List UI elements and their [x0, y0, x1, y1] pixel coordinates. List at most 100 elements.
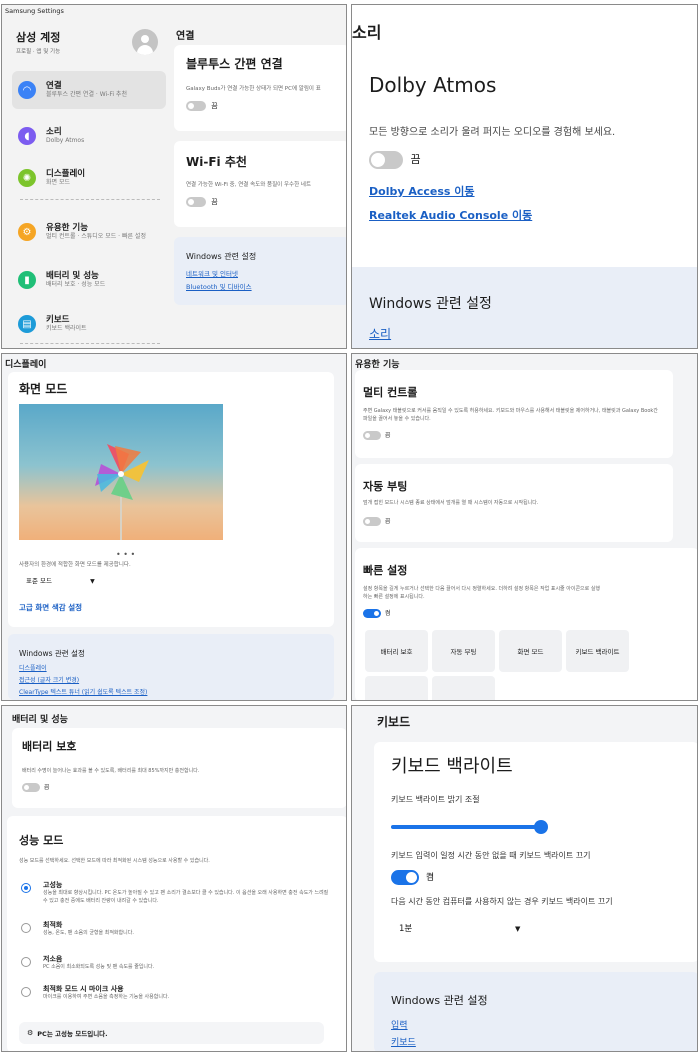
radio-button[interactable]: [21, 987, 31, 997]
screen-mode-select[interactable]: 표준 모드 ▼: [26, 575, 95, 585]
screen-mode-desc: 사용자의 환경에 적합한 화면 모드를 제공합니다.: [19, 562, 131, 568]
sidebar-item-label: 연결: [46, 81, 62, 91]
quick-tile[interactable]: [365, 676, 428, 700]
sidebar-item-label: 디스플레이: [46, 169, 86, 179]
windows-link-cleartype[interactable]: ClearType 텍스트 튜너 (읽기 쉽도록 텍스트 조정): [19, 687, 147, 696]
performance-desc: 성능 모드를 선택하세요. 선택한 모드에 따라 최적화된 시스템 성능으로 사…: [19, 858, 210, 864]
screen-mode-title: 화면 모드: [19, 382, 68, 396]
sidebar-item[interactable]: ◖ 소리 Dolby Atmos: [12, 117, 166, 155]
carousel-dots[interactable]: • • •: [116, 550, 135, 559]
radio-button[interactable]: [21, 923, 31, 933]
avatar[interactable]: [132, 29, 158, 55]
page-title: 소리: [352, 23, 382, 42]
sidebar-item[interactable]: ▤ 키보드 키보드 백라이트: [12, 305, 166, 343]
radio-button[interactable]: [21, 957, 31, 967]
windows-link-sound[interactable]: 소리: [369, 325, 391, 342]
battery-protect-toggle[interactable]: 끔: [22, 782, 49, 792]
windows-settings-title: Windows 관련 설정: [391, 994, 488, 1007]
windows-link-network[interactable]: 네트워크 및 인터넷: [186, 268, 238, 278]
windows-settings-box: Windows 관련 설정 입력 키보드: [374, 972, 697, 1051]
multi-control-card: 멀티 컨트롤 주변 Galaxy 태블릿으로 커서를 움직일 수 있도록 허용하…: [355, 370, 673, 458]
bluetooth-toggle[interactable]: 끔: [186, 101, 218, 111]
tile-label: 자동 부팅: [450, 648, 477, 656]
quick-tile[interactable]: [432, 676, 495, 700]
sidebar-item-sub: 배터리 보호 · 성능 모드: [46, 281, 106, 288]
panel-keyboard: 키보드 키보드 백라이트 키보드 백라이트 밝기 조절 키보드 입력이 일정 시…: [351, 705, 698, 1052]
windows-link-bluetooth[interactable]: Bluetooth 및 디바이스: [186, 281, 252, 291]
windows-link-display[interactable]: 디스플레이: [19, 663, 47, 672]
realtek-link[interactable]: Realtek Audio Console 이동: [369, 207, 532, 223]
info-icon: ⚙: [27, 1029, 34, 1037]
gear-icon: ⚙: [18, 223, 36, 241]
tile-label: 화면 모드: [517, 648, 544, 656]
quick-settings-title: 빠른 설정: [363, 564, 408, 577]
sidebar-item[interactable]: ▮ 배터리 및 성능 배터리 보호 · 성능 모드: [12, 261, 166, 299]
auto-off-label: 키보드 입력이 일정 시간 동안 없을 때 키보드 백라이트 끄기: [391, 851, 591, 860]
sidebar-item[interactable]: ◠ 연결 블루투스 간편 연결 · Wi-Fi 추천: [12, 71, 166, 109]
dolby-state: 끔: [410, 153, 421, 166]
account-row[interactable]: 삼성 계정 프로필 · 앱 및 기능: [16, 29, 162, 67]
page-title: 유용한 기능: [355, 360, 400, 370]
brightness-slider[interactable]: [391, 820, 548, 834]
dolby-card: Dolby Atmos 모든 방향으로 소리가 울려 퍼지는 오디오를 경험해 …: [352, 49, 697, 249]
sidebar-item[interactable]: ⚙ 유용한 기능 멀티 컨트롤 · 스튜디오 모드 · 빠른 설정: [12, 213, 166, 251]
wifi-state: 끔: [211, 198, 218, 206]
dolby-toggle[interactable]: 끔: [369, 151, 421, 169]
wifi-title: Wi-Fi 추천: [186, 155, 247, 169]
auto-off-toggle[interactable]: 켬: [391, 870, 434, 885]
bluetooth-state: 끔: [211, 102, 218, 110]
idle-label: 다음 시간 동안 컴퓨터를 사용하지 않는 경우 키보드 백라이트 끄기: [391, 897, 613, 906]
quick-settings-toggle[interactable]: 켬: [363, 608, 390, 618]
sound-icon: ◖: [18, 127, 36, 145]
advanced-color-link[interactable]: 고급 화면 색감 설정: [19, 602, 82, 613]
quick-tile[interactable]: 배터리 보호: [365, 630, 428, 672]
battery-icon: ▮: [18, 271, 36, 289]
windows-settings-title: Windows 관련 설정: [19, 649, 85, 658]
multi-control-title: 멀티 컨트롤: [363, 386, 418, 399]
sidebar-item-sub: 화면 모드: [46, 179, 70, 186]
sidebar: 삼성 계정 프로필 · 앱 및 기능 ◠ 연결 블루투스 간편 연결 · Wi-Fi…: [2, 19, 168, 348]
windows-link-input[interactable]: 입력: [391, 1018, 408, 1031]
idle-value: 1분: [399, 924, 413, 934]
quick-tile[interactable]: 키보드 백라이트: [566, 630, 629, 672]
keyboard-icon: ▤: [18, 315, 36, 333]
sidebar-item-label: 소리: [46, 127, 62, 137]
quick-settings-state: 켬: [384, 610, 391, 617]
radio-button[interactable]: [21, 883, 31, 893]
sidebar-item-label: 배터리 및 성능: [46, 271, 99, 281]
wifi-card: Wi-Fi 추천 연결 가능한 Wi-Fi 중, 연결 속도와 품질이 우수한 …: [174, 141, 346, 227]
performance-option-desc: 성능, 온도, 팬 소음의 균형을 최적화합니다.: [43, 930, 134, 936]
performance-option-label: 저소음: [43, 955, 63, 963]
bluetooth-desc: Galaxy Buds가 연결 가능한 상태가 되면 PC에 알림이 표: [186, 86, 321, 92]
sidebar-item[interactable]: ✺ 디스플레이 화면 모드: [12, 159, 166, 197]
performance-option-label: 고성능: [43, 881, 63, 889]
slider-thumb[interactable]: [534, 820, 548, 834]
sidebar-divider: [20, 199, 160, 200]
slider-fill: [391, 825, 541, 829]
dolby-access-link[interactable]: Dolby Access 이동: [369, 183, 475, 199]
auto-boot-desc: 덮개 접힌 모드나 시스템 종료 상태에서 덮개를 열 때 시스템이 자동으로 …: [363, 500, 539, 506]
auto-boot-toggle[interactable]: 끔: [363, 516, 390, 526]
quick-tile[interactable]: 자동 부팅: [432, 630, 495, 672]
battery-protect-desc: 배터리 수명이 늘어나는 효과를 볼 수 있도록, 배터리를 최대 85%까지만…: [22, 768, 200, 774]
battery-protect-card: 배터리 보호 배터리 수명이 늘어나는 효과를 볼 수 있도록, 배터리를 최대…: [12, 728, 346, 808]
windows-settings-title: Windows 관련 설정: [186, 252, 257, 261]
windows-link-accessibility[interactable]: 접근성 (글자 크기 변경): [19, 675, 79, 684]
auto-off-state: 켬: [425, 873, 435, 883]
wifi-desc: 연결 가능한 Wi-Fi 중, 연결 속도와 품질이 우수한 네트: [186, 182, 311, 188]
chevron-down-icon: ▼: [90, 578, 95, 585]
multi-control-toggle[interactable]: 끔: [363, 430, 390, 440]
dolby-desc: 모든 방향으로 소리가 울려 퍼지는 오디오를 경험해 보세요.: [369, 127, 616, 138]
backlight-title: 키보드 백라이트: [391, 756, 513, 777]
quick-settings-card: 빠른 설정 설정 항목을 길게 누르거나 선택한 다음 끌어서 다시 정렬하세요…: [355, 548, 697, 700]
wifi-toggle[interactable]: 끔: [186, 197, 218, 207]
performance-notice: ⚙ PC는 고성능 모드입니다.: [19, 1022, 324, 1044]
auto-boot-card: 자동 부팅 덮개 접힌 모드나 시스템 종료 상태에서 덮개를 열 때 시스템이…: [355, 464, 673, 542]
idle-select[interactable]: 1분 ▼: [399, 922, 520, 934]
performance-option-label: 최적화: [43, 921, 63, 929]
quick-tile[interactable]: 화면 모드: [499, 630, 562, 672]
bluetooth-title: 블루투스 간편 연결: [186, 57, 283, 71]
battery-protect-title: 배터리 보호: [22, 740, 77, 753]
windows-link-keyboard[interactable]: 키보드: [391, 1035, 416, 1048]
screen-mode-value: 표준 모드: [26, 577, 52, 585]
